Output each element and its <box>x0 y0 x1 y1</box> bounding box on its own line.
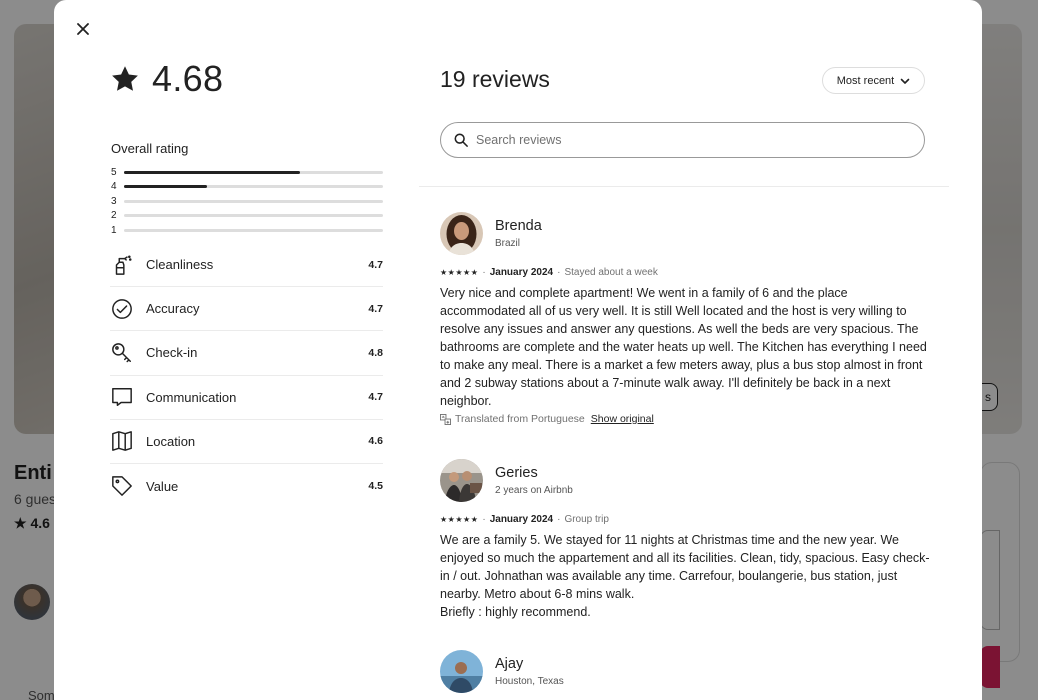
reviews-modal: 4.68 Overall rating 5 4 3 2 1 Cleanlines… <box>54 0 982 700</box>
spray-bottle-icon <box>110 253 134 277</box>
close-button[interactable] <box>72 18 94 40</box>
review-stay: Group trip <box>564 514 609 525</box>
rating-distribution: 5 4 3 2 1 <box>111 165 383 238</box>
reviewer-name[interactable]: Brenda <box>495 218 542 234</box>
reviewer-location: Brazil <box>495 237 521 249</box>
distribution-row: 3 <box>111 194 383 209</box>
reviewer-name[interactable]: Ajay <box>495 656 564 672</box>
translated-from: Translated from Portuguese <box>455 413 585 425</box>
meta-separator: · <box>557 514 561 525</box>
category-ratings: Cleanliness 4.7 Accuracy 4.7 Check-in 4.… <box>110 243 383 508</box>
category-label: Value <box>146 478 179 494</box>
distribution-fill <box>124 185 207 189</box>
category-cleanliness: Cleanliness 4.7 <box>110 243 383 288</box>
distribution-stars: 2 <box>111 210 117 222</box>
review-date: January 2024 <box>489 267 554 278</box>
chat-bubble-icon <box>110 385 134 409</box>
distribution-bar <box>124 170 383 174</box>
distribution-bar <box>124 199 383 203</box>
category-label: Communication <box>146 389 237 405</box>
distribution-bar <box>124 228 383 232</box>
distribution-stars: 5 <box>111 166 117 178</box>
category-value: 4.6 <box>368 435 383 448</box>
key-icon <box>110 341 134 365</box>
divider <box>419 186 949 187</box>
avatar[interactable] <box>440 458 483 502</box>
review-item: Ajay Houston, Texas <box>440 649 930 693</box>
review-meta: ★★★★★ · January 2024 · Stayed about a we… <box>440 267 930 278</box>
category-value-rating: Value 4.5 <box>110 464 383 508</box>
category-value: 4.5 <box>368 480 383 493</box>
close-icon <box>77 23 89 35</box>
distribution-stars: 4 <box>111 181 117 193</box>
review-stay: Stayed about a week <box>564 267 658 278</box>
tag-icon <box>110 474 134 498</box>
review-item: Brenda Brazil ★★★★★ · January 2024 · Sta… <box>440 211 930 425</box>
avatar[interactable] <box>440 211 483 255</box>
category-accuracy: Accuracy 4.7 <box>110 287 383 332</box>
distribution-fill <box>124 170 301 174</box>
show-original-link[interactable]: Show original <box>591 413 654 425</box>
star-icon <box>112 66 138 91</box>
meta-separator: · <box>482 514 486 525</box>
translate-icon <box>440 413 451 425</box>
distribution-row: 5 <box>111 165 383 180</box>
avatar[interactable] <box>440 649 483 693</box>
category-value: 4.7 <box>368 302 383 315</box>
map-icon <box>110 429 134 453</box>
category-value: 4.7 <box>368 391 383 404</box>
review-header: Geries 2 years on Airbnb <box>440 458 930 502</box>
review-meta: ★★★★★ · January 2024 · Group trip <box>440 514 930 525</box>
search-reviews-field[interactable] <box>440 122 925 158</box>
reviews-count-title: 19 reviews <box>440 66 550 92</box>
review-stars: ★★★★★ <box>440 268 479 277</box>
review-header: Brenda Brazil <box>440 211 930 255</box>
review-date: January 2024 <box>489 514 554 525</box>
category-location: Location 4.6 <box>110 420 383 464</box>
category-check-in: Check-in 4.8 <box>110 331 383 376</box>
category-communication: Communication 4.7 <box>110 376 383 420</box>
category-label: Location <box>146 433 196 449</box>
review-header: Ajay Houston, Texas <box>440 649 930 693</box>
category-label: Check-in <box>146 345 198 361</box>
review-stars: ★★★★★ <box>440 515 479 524</box>
distribution-stars: 1 <box>111 224 117 236</box>
sort-label: Most recent <box>836 74 895 87</box>
sort-dropdown[interactable]: Most recent <box>822 67 925 94</box>
review-text: We are a family 5. We stayed for 11 nigh… <box>440 533 930 619</box>
distribution-row: 1 <box>111 223 383 238</box>
reviewer-location: Houston, Texas <box>495 675 564 687</box>
distribution-bar <box>124 214 383 218</box>
category-value: 4.8 <box>368 346 383 359</box>
reviewer-tenure: 2 years on Airbnb <box>495 484 573 496</box>
category-label: Accuracy <box>146 301 200 317</box>
distribution-row: 2 <box>111 209 383 224</box>
overall-score: 4.68 <box>110 58 223 100</box>
search-input[interactable] <box>476 133 896 147</box>
category-value: 4.7 <box>368 258 383 271</box>
overall-rating-label: Overall rating <box>111 141 189 156</box>
check-circle-icon <box>110 297 134 321</box>
review-item: Geries 2 years on Airbnb ★★★★★ · January… <box>440 458 930 621</box>
overall-score-value: 4.68 <box>152 58 224 99</box>
distribution-stars: 3 <box>111 195 117 207</box>
meta-separator: · <box>482 267 486 278</box>
search-icon <box>454 133 468 147</box>
chevron-down-icon <box>900 78 910 84</box>
distribution-bar <box>124 185 383 189</box>
category-label: Cleanliness <box>146 257 214 273</box>
review-text: Very nice and complete apartment! We wen… <box>440 286 927 408</box>
distribution-row: 4 <box>111 180 383 195</box>
meta-separator: · <box>557 267 561 278</box>
reviewer-name[interactable]: Geries <box>495 465 573 481</box>
translation-note: Translated from Portuguese Show original <box>440 413 930 425</box>
